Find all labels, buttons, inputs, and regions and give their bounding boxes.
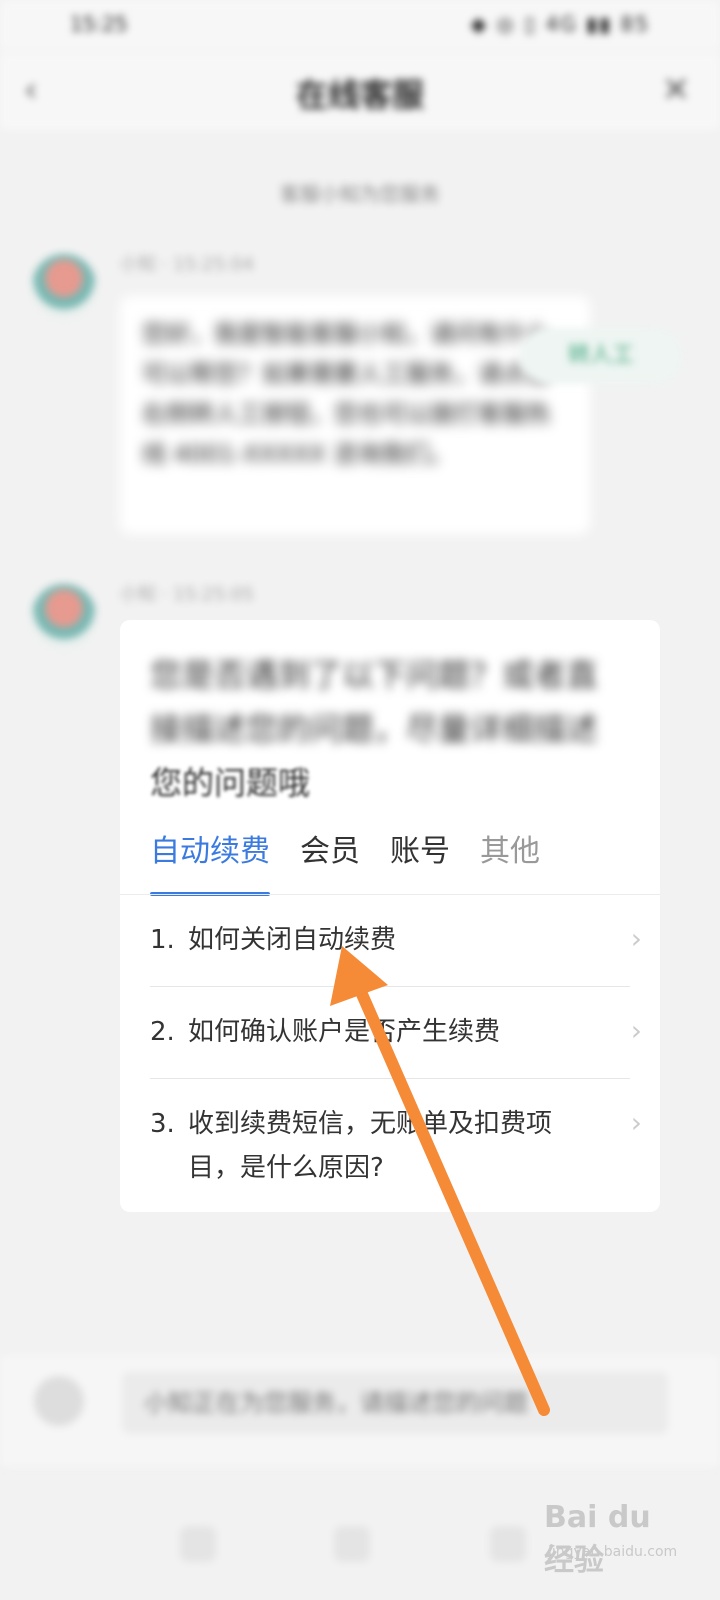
faq-item-text: 收到续费短信，无账单及扣费项目，是什么原因?: [188, 1109, 553, 1183]
header: ‹ 在线客服 ✕: [0, 52, 720, 130]
tab-label: 其他: [480, 834, 540, 869]
faq-prompt-blurred: 您是否遇到了以下问题？或者直接描述您的问题，尽量详细描述: [150, 656, 599, 748]
faq-item-text: 如何确认账户是否产生续费: [188, 1017, 501, 1047]
tab-other[interactable]: 其他: [480, 826, 540, 896]
message-text: 您好，我是智能客服小知，请问有什么可以帮您？如果需要人工服务，请点击右侧转人工按…: [142, 320, 550, 468]
baidu-watermark-url: jingyan.baidu.com: [548, 1544, 678, 1560]
tab-membership[interactable]: 会员: [300, 826, 360, 896]
divider: [150, 986, 630, 987]
faq-prompt-visible: 您的问题哦: [150, 764, 311, 802]
baidu-watermark: Bai du 经验: [544, 1500, 651, 1578]
faq-card: 您是否遇到了以下问题？或者直接描述您的问题，尽量详细描述 您的问题哦 自动续费 …: [120, 620, 660, 1212]
faq-item-number: 2.: [150, 1017, 175, 1047]
tab-auto-renewal[interactable]: 自动续费: [150, 826, 270, 896]
status-bar: 15:25 ◆ ◎ ▯ 4G ▮▮ 85: [0, 0, 720, 52]
system-note: 客服小知为您服务: [280, 182, 440, 206]
nav-home-icon[interactable]: [334, 1526, 370, 1562]
message-sender: 小知 · 15:25:05: [120, 584, 255, 605]
faq-item-number: 1.: [150, 925, 175, 955]
chevron-right-icon: ›: [630, 1106, 642, 1139]
divider: [150, 1078, 630, 1079]
message-bubble: 您好，我是智能客服小知，请问有什么可以帮您？如果需要人工服务，请点击右侧转人工按…: [120, 296, 590, 534]
page-title: 在线客服: [295, 76, 424, 114]
input-bar: [0, 1356, 720, 1466]
tab-label: 自动续费: [150, 834, 270, 869]
tab-label: 会员: [300, 834, 360, 869]
transfer-to-human-button[interactable]: 转人工: [520, 328, 682, 384]
faq-prompt: 您是否遇到了以下问题？或者直接描述您的问题，尽量详细描述 您的问题哦: [150, 648, 620, 810]
nav-recent-icon[interactable]: [490, 1526, 526, 1562]
faq-item-text: 如何关闭自动续费: [188, 925, 397, 955]
tab-label: 账号: [390, 834, 450, 869]
message-input[interactable]: [122, 1372, 668, 1434]
chevron-right-icon: ›: [630, 1014, 642, 1047]
status-time: 15:25: [70, 12, 128, 36]
chevron-right-icon: ›: [630, 922, 642, 955]
faq-item-number: 3.: [150, 1109, 175, 1139]
tabs-divider: [120, 894, 660, 895]
message-sender: 小知 · 15:25:04: [120, 254, 255, 275]
tab-account[interactable]: 账号: [390, 826, 450, 896]
bot-avatar: [32, 254, 96, 318]
faq-tabs: 自动续费 会员 账号 其他: [150, 826, 630, 896]
bottom-nav: [0, 1480, 720, 1600]
bot-avatar: [32, 584, 96, 648]
status-icons: ◆ ◎ ▯ 4G ▮▮ 85: [470, 12, 650, 36]
close-icon[interactable]: ✕: [656, 70, 696, 110]
nav-back-icon[interactable]: [180, 1526, 216, 1562]
emoji-icon[interactable]: [34, 1376, 84, 1426]
